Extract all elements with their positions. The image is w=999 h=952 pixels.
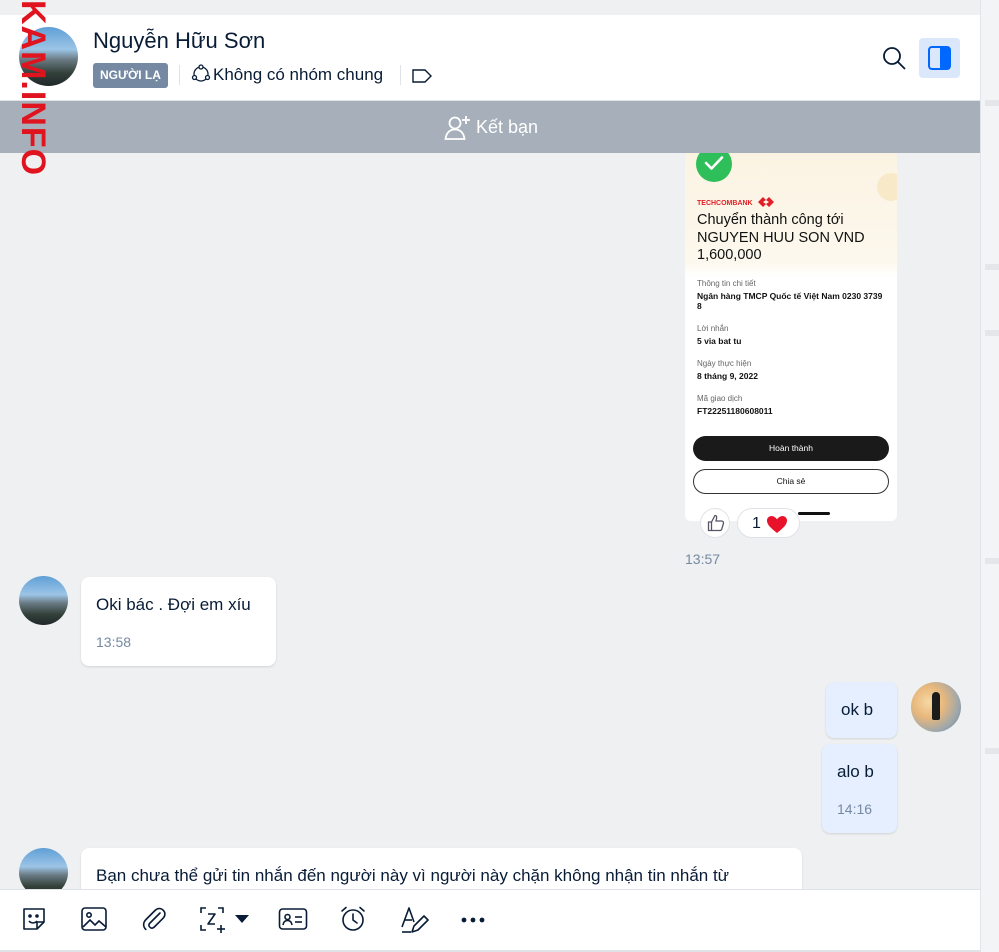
tag-icon[interactable] (411, 68, 433, 84)
right-scroll-column[interactable] (980, 0, 999, 952)
watermark-logo: KAM.INFO (13, 0, 52, 190)
message-text: Bạn chưa thể gửi tin nhắn đến người này … (96, 866, 730, 885)
message-value: 5 via bat tu (697, 336, 742, 346)
details-label: Thông tin chi tiết (697, 279, 756, 288)
my-message-bubble[interactable]: ok b (826, 682, 897, 738)
transaction-label: Mã giao dịch (697, 394, 743, 403)
message-label: Lời nhắn (697, 324, 729, 333)
add-friend-label: Kết bạn (476, 117, 539, 137)
message-text: Oki bác . Đợi em xíu (96, 595, 251, 614)
add-user-icon (444, 113, 472, 146)
my-avatar[interactable] (911, 682, 961, 732)
contact-card-icon[interactable] (278, 905, 308, 935)
scroll-marker (985, 748, 999, 754)
attachment-icon[interactable] (140, 905, 170, 935)
reaction-summary[interactable]: 1 (737, 508, 800, 538)
format-text-icon[interactable] (399, 905, 429, 935)
heart-icon (766, 515, 788, 539)
react-button[interactable] (700, 508, 730, 538)
scroll-marker (985, 330, 999, 336)
group-icon (191, 64, 211, 84)
composer-toolbar (0, 889, 980, 952)
success-check-icon (696, 153, 732, 182)
image-icon[interactable] (80, 905, 110, 935)
divider (400, 65, 401, 85)
techcombank-logo-icon (758, 195, 774, 213)
message-text: ok b (841, 700, 874, 719)
reminder-icon[interactable] (339, 905, 369, 935)
date-value: 8 tháng 9, 2022 (697, 371, 758, 381)
decorative-coin (877, 173, 897, 201)
message-timestamp: 13:57 (685, 551, 721, 567)
done-button: Hoàn thành (693, 436, 889, 461)
transfer-receipt-image[interactable]: TECHCOMBANK Chuyển thành công tới NGUYEN… (685, 153, 897, 521)
contact-name[interactable]: Nguyễn Hữu Sơn (93, 28, 265, 54)
chat-header: Nguyễn Hữu Sơn NGƯỜI LẠ Không có nhóm ch… (0, 15, 980, 101)
common-groups-text[interactable]: Không có nhóm chung (213, 65, 383, 85)
message-bubble[interactable]: Bạn chưa thể gửi tin nhắn đến người này … (81, 848, 802, 889)
panel-toggle-icon (928, 46, 951, 70)
reaction-count: 1 (752, 515, 761, 532)
scroll-marker (985, 558, 999, 564)
stranger-badge: NGƯỜI LẠ (93, 63, 168, 88)
message-text: alo b (837, 762, 874, 781)
scroll-marker (985, 264, 999, 270)
more-icon[interactable] (459, 905, 489, 935)
contact-avatar[interactable] (19, 576, 68, 625)
dropdown-icon[interactable] (234, 914, 250, 924)
home-indicator (798, 512, 830, 515)
my-message-bubble[interactable]: alo b 14:16 (822, 744, 897, 833)
bank-name: TECHCOMBANK (697, 200, 753, 207)
window-top-strip (0, 0, 999, 15)
screenshot-icon[interactable] (198, 905, 228, 935)
thumbs-up-icon (707, 514, 725, 532)
avatar-silhouette (932, 692, 940, 720)
contact-avatar[interactable] (19, 848, 68, 889)
share-button: Chia sẻ (693, 469, 889, 494)
message-timestamp: 14:16 (837, 801, 873, 817)
watermark-text: KAM.INFO (14, 0, 52, 177)
details-value: Ngân hàng TMCP Quốc tế Việt Nam 0230 373… (697, 291, 883, 311)
message-timestamp: 13:58 (96, 634, 132, 650)
message-list[interactable]: TECHCOMBANK Chuyển thành công tới NGUYEN… (0, 153, 980, 889)
toggle-info-panel-button[interactable] (919, 38, 960, 78)
transaction-value: FT22251180608011 (697, 406, 773, 416)
scroll-marker (985, 100, 999, 106)
message-bubble[interactable]: Oki bác . Đợi em xíu 13:58 (81, 577, 276, 666)
date-label: Ngày thực hiện (697, 359, 752, 368)
search-icon[interactable] (881, 45, 907, 71)
divider (179, 65, 180, 85)
receipt-title: Chuyển thành công tới NGUYEN HUU SON VND… (697, 212, 865, 263)
add-friend-bar[interactable]: Kết bạn (0, 101, 980, 153)
sticker-icon[interactable] (20, 905, 50, 935)
